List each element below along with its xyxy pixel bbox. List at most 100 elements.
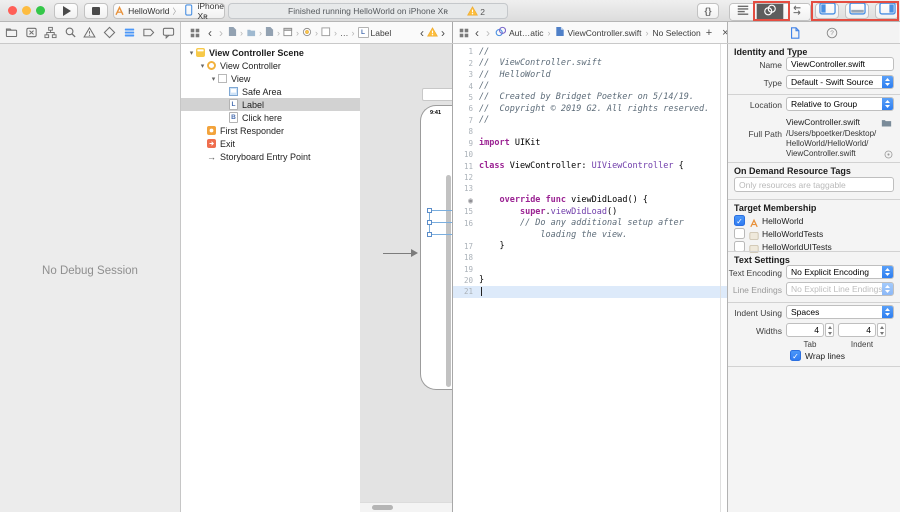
wrap-lines-checkbox[interactable] — [790, 350, 801, 361]
outline-row-label: First Responder — [220, 126, 284, 136]
minimize-window-button[interactable] — [22, 6, 31, 15]
stop-button[interactable] — [84, 3, 108, 19]
ib-jump-bar-item[interactable] — [246, 24, 256, 42]
indent-using-dropdown[interactable]: Spaces — [786, 305, 894, 319]
next-issue-button[interactable]: › — [439, 28, 447, 38]
editor-back-button[interactable]: ‹ — [473, 28, 481, 38]
code-line-5[interactable]: 5// Created by Bridget Poetker on 5/14/1… — [453, 92, 727, 103]
project-navigator-icon[interactable] — [3, 24, 20, 41]
issue-warning-icon[interactable] — [427, 24, 438, 42]
report-navigator-icon[interactable] — [160, 24, 177, 41]
code-line-3[interactable]: 3// HelloWorld — [453, 69, 727, 80]
outline-row-storyboard-entry-point[interactable]: →Storyboard Entry Point — [181, 150, 360, 163]
disclosure-triangle-icon[interactable]: ▾ — [209, 75, 218, 83]
test-navigator-icon[interactable] — [101, 24, 118, 41]
ib-forward-button[interactable]: › — [217, 28, 225, 38]
outline-row-safe-area[interactable]: Safe Area — [181, 85, 360, 98]
zoom-window-button[interactable] — [36, 6, 45, 15]
code-line-12[interactable]: 12 — [453, 172, 727, 183]
editor-forward-button[interactable]: › — [484, 28, 492, 38]
outline-row-view-controller-scene[interactable]: ▾View Controller Scene — [181, 46, 360, 59]
ib-jump-bar-item[interactable] — [302, 24, 312, 42]
code-line-1[interactable]: 1// — [453, 46, 727, 57]
indent-width-stepper[interactable] — [877, 323, 886, 337]
ib-back-button[interactable]: ‹ — [206, 28, 214, 38]
ib-jump-bar-item[interactable] — [265, 24, 274, 42]
odr-tags-field[interactable]: Only resources are taggable — [734, 177, 894, 192]
ib-jump-bar-item[interactable]: LLabel — [358, 27, 392, 38]
code-line-18[interactable]: 18 — [453, 252, 727, 263]
type-dropdown[interactable]: Default - Swift Source — [786, 75, 894, 89]
ib-jump-bar-item[interactable] — [321, 24, 331, 42]
breakpoint-navigator-icon[interactable] — [140, 24, 157, 41]
section-header-text-settings: Text Settings — [734, 255, 790, 265]
ib-jump-bar-item[interactable] — [283, 24, 293, 42]
code-line-4[interactable]: 4// — [453, 80, 727, 91]
location-dropdown[interactable]: Relative to Group — [786, 97, 894, 111]
ib-jump-bar-item[interactable]: … — [340, 28, 349, 38]
code-line-15[interactable]: 15 super.viewDidLoad() — [453, 206, 727, 217]
code-line-10[interactable]: 10 — [453, 149, 727, 160]
name-field[interactable]: ViewController.swift — [786, 57, 894, 71]
scheme-selector[interactable]: HelloWorld 〉 iPhone Xʀ — [113, 3, 225, 19]
code-line-13[interactable]: 13 — [453, 183, 727, 194]
resize-handle[interactable] — [427, 220, 432, 225]
code-line-2[interactable]: 2// ViewController.swift — [453, 57, 727, 68]
code-line-7[interactable]: 7// — [453, 115, 727, 126]
add-assistant-editor-button[interactable]: + — [704, 28, 714, 38]
run-button[interactable] — [54, 3, 78, 19]
source-control-navigator-icon[interactable] — [23, 24, 40, 41]
code-line-11[interactable]: 11class ViewController: UIViewController… — [453, 160, 727, 171]
divider — [728, 199, 900, 200]
outline-row-label[interactable]: LLabel — [181, 98, 360, 111]
code-line-9[interactable]: 9import UIKit — [453, 138, 727, 149]
jump-bar-selection[interactable]: No Selection — [653, 28, 701, 38]
canvas-horizontal-scrollbar[interactable] — [372, 505, 393, 510]
outline-row-click-here[interactable]: BClick here — [181, 111, 360, 124]
disclosure-triangle-icon[interactable]: ▾ — [187, 49, 196, 57]
source-code-editor[interactable]: 1//2// ViewController.swift3// HelloWorl… — [452, 44, 727, 512]
find-navigator-icon[interactable] — [62, 24, 79, 41]
automatic-mode-label[interactable]: Aut…atic — [509, 28, 544, 38]
text-encoding-dropdown[interactable]: No Explicit Encoding — [786, 265, 894, 279]
previous-issue-button[interactable]: ‹ — [418, 28, 426, 38]
outline-row-first-responder[interactable]: First Responder — [181, 124, 360, 137]
code-line-21[interactable]: 21 — [453, 286, 727, 297]
symbol-navigator-icon[interactable] — [42, 24, 59, 41]
ib-jump-bar-item[interactable] — [228, 24, 237, 42]
quick-help-inspector-tab[interactable]: ? — [824, 24, 841, 41]
code-line-16[interactable]: 16 // Do any additional setup after — [453, 218, 727, 229]
target-checkbox-helloworldtests[interactable] — [734, 228, 745, 239]
indent-width-field[interactable]: 4 — [838, 323, 876, 337]
code-line-14[interactable]: ◉ override func viewDidLoad() { — [453, 195, 727, 206]
line-endings-dropdown[interactable]: No Explicit Line Endings — [786, 282, 894, 296]
close-window-button[interactable] — [8, 6, 17, 15]
outline-row-exit[interactable]: Exit — [181, 137, 360, 150]
canvas-vertical-scrollbar[interactable] — [446, 175, 451, 387]
jump-bar-file-name[interactable]: ViewController.swift — [568, 28, 642, 38]
file-inspector-tab[interactable] — [787, 24, 804, 41]
resize-handle[interactable] — [427, 232, 432, 237]
code-line-20[interactable]: 20} — [453, 275, 727, 286]
disclosure-triangle-icon[interactable]: ▾ — [198, 62, 207, 70]
code-line-wrap[interactable]: loading the view. — [453, 229, 727, 240]
outline-row-view[interactable]: ▾View — [181, 72, 360, 85]
storyboard-canvas[interactable]: 9:41 — [360, 44, 452, 512]
code-review-button[interactable]: {} — [697, 3, 719, 19]
target-checkbox-helloworld[interactable] — [734, 215, 745, 226]
scene-title-plate[interactable] — [422, 88, 452, 101]
tab-width-stepper[interactable] — [825, 323, 834, 337]
resize-handle[interactable] — [427, 208, 432, 213]
debug-navigator-icon[interactable] — [121, 24, 138, 41]
related-items-icon[interactable] — [186, 24, 203, 41]
related-items-icon[interactable] — [458, 24, 470, 41]
code-line-19[interactable]: 19 — [453, 263, 727, 274]
code-line-17[interactable]: 17 } — [453, 240, 727, 251]
code-line-8[interactable]: 8 — [453, 126, 727, 137]
tab-width-field[interactable]: 4 — [786, 323, 824, 337]
folder-icon[interactable] — [881, 115, 892, 133]
outline-row-view-controller[interactable]: ▾View Controller — [181, 59, 360, 72]
issue-navigator-icon[interactable] — [81, 24, 98, 41]
warning-badge[interactable]: 2 — [467, 6, 485, 18]
code-line-6[interactable]: 6// Copyright © 2019 G2. All rights rese… — [453, 103, 727, 114]
